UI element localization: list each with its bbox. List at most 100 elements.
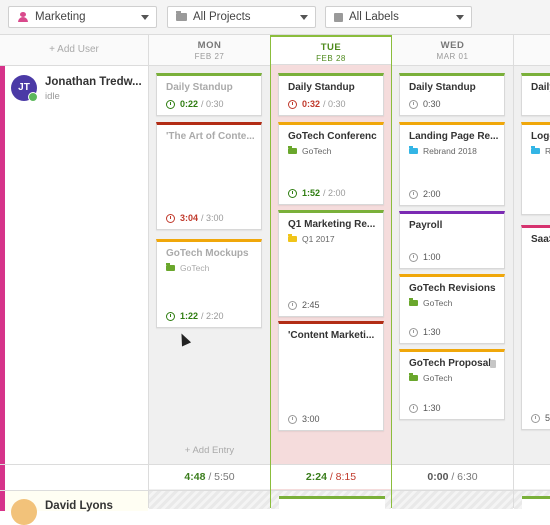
task-title: 'Content Marketi... xyxy=(288,330,375,341)
day-column-wed: WED MAR 01 Daily Standup 0:30 Landing Pa… xyxy=(392,35,514,509)
labels-select[interactable]: All Labels xyxy=(325,6,472,28)
task-project: Re xyxy=(531,146,550,156)
day-header: TUE FEB 28 xyxy=(271,35,391,65)
day-totals: 4:48 / 5:50 xyxy=(149,464,270,489)
task-card[interactable] xyxy=(522,496,550,509)
clock-icon xyxy=(288,188,297,198)
totals-row-label xyxy=(0,464,148,489)
folder-icon xyxy=(288,146,297,154)
task-title: GoTech Conferenc... xyxy=(288,131,377,142)
task-time: 0:32/ 0:30 xyxy=(288,99,346,109)
user-name[interactable]: Jonathan Tredw... xyxy=(45,76,142,88)
next-user-day-cell xyxy=(149,490,270,509)
clock-icon xyxy=(409,189,418,199)
next-user-day-cell xyxy=(514,490,550,509)
day-date: FEB 28 xyxy=(316,54,346,63)
avatar-initials: JT xyxy=(18,82,30,93)
task-time: 5: xyxy=(531,413,550,423)
task-time: 1:52/ 2:00 xyxy=(288,188,346,198)
day-date: FEB 27 xyxy=(194,52,225,61)
task-title: Logo xyxy=(531,131,550,142)
task-project: GoTech xyxy=(288,146,331,156)
user-name[interactable]: David Lyons xyxy=(45,500,113,512)
avatar[interactable] xyxy=(11,499,37,525)
task-time: 1:30 xyxy=(409,403,441,413)
task-title: 'The Art of Conte... xyxy=(166,131,255,142)
chevron-down-icon xyxy=(456,15,464,20)
day-header: WED MAR 01 xyxy=(392,35,513,66)
task-card[interactable]: Daily Standup 0:30 xyxy=(399,73,505,116)
user-status: idle xyxy=(45,91,60,102)
task-card[interactable] xyxy=(279,496,385,509)
user-row: JT Jonathan Tredw... idle xyxy=(0,66,148,490)
user-color-bar xyxy=(0,491,5,511)
day-column-thu: Daily Logo Re SaaS 5: xyxy=(514,35,550,509)
clock-icon xyxy=(166,311,175,321)
label-icon xyxy=(334,12,343,22)
task-project: Q1 2017 xyxy=(288,234,335,244)
folder-icon xyxy=(409,373,418,381)
next-user-day-cell xyxy=(271,490,391,509)
task-card[interactable]: Daily xyxy=(521,73,550,116)
task-card[interactable]: Q1 Marketing Re... Q1 2017 2:45 xyxy=(278,210,384,317)
task-title: Payroll xyxy=(409,220,443,231)
task-title: Daily Standup xyxy=(288,82,355,93)
task-time: 1:00 xyxy=(409,252,441,262)
task-card[interactable]: Daily Standup 0:32/ 0:30 xyxy=(278,73,384,116)
user-color-bar xyxy=(0,66,5,490)
folder-icon xyxy=(531,146,540,154)
document-icon xyxy=(490,360,496,368)
task-project: Rebrand 2018 xyxy=(409,146,477,156)
task-card[interactable]: GoTech Proposal GoTech 1:30 xyxy=(399,349,505,420)
task-card[interactable]: 'Content Marketi... 3:00 xyxy=(278,321,384,431)
users-icon xyxy=(17,12,29,22)
avatar[interactable]: JT xyxy=(11,75,38,102)
user-column: + Add User JT Jonathan Tredw... idle Dav… xyxy=(0,35,149,525)
task-title: Daily xyxy=(531,82,550,93)
task-card[interactable]: Daily Standup 0:22/ 0:30 xyxy=(156,73,262,116)
day-totals: 0:00 / 6:30 xyxy=(392,464,513,489)
folder-icon xyxy=(409,298,418,306)
add-entry-button[interactable]: + Add Entry xyxy=(149,445,270,456)
folder-icon xyxy=(409,146,418,154)
task-title: Daily Standup xyxy=(409,82,476,93)
team-select-label: Marketing xyxy=(35,11,86,23)
task-project: GoTech xyxy=(409,373,452,383)
task-card[interactable]: GoTech Mockups GoTech 1:22/ 2:20 xyxy=(156,239,262,328)
day-header: MON FEB 27 xyxy=(149,35,270,66)
team-select[interactable]: Marketing xyxy=(8,6,157,28)
next-user-day-cell xyxy=(392,490,513,509)
add-user-button[interactable]: + Add User xyxy=(0,35,148,66)
task-project: GoTech xyxy=(166,263,209,273)
task-time: 1:30 xyxy=(409,327,441,337)
online-status-dot xyxy=(28,92,38,102)
day-totals xyxy=(514,464,550,489)
task-time: 3:04/ 3:00 xyxy=(166,213,224,223)
day-column-mon: MON FEB 27 Daily Standup 0:22/ 0:30 'The… xyxy=(149,35,271,509)
task-title: GoTech Mockups xyxy=(166,248,249,259)
chevron-down-icon xyxy=(141,15,149,20)
day-name: MON xyxy=(197,40,222,51)
clock-icon xyxy=(409,252,418,262)
clock-icon xyxy=(531,413,540,423)
day-totals: 2:24 / 8:15 xyxy=(271,464,391,489)
task-card[interactable]: Landing Page Re... Rebrand 2018 2:00 xyxy=(399,122,505,206)
task-time: 3:00 xyxy=(288,414,320,424)
task-title: Daily Standup xyxy=(166,82,233,93)
projects-select[interactable]: All Projects xyxy=(167,6,316,28)
task-title: Landing Page Re... xyxy=(409,131,498,142)
task-card[interactable]: SaaS 5: xyxy=(521,225,550,430)
task-card[interactable]: 'The Art of Conte... 3:04/ 3:00 xyxy=(156,122,262,230)
task-card[interactable]: GoTech Revisions GoTech 1:30 xyxy=(399,274,505,344)
day-header xyxy=(514,35,550,66)
task-card[interactable]: Payroll 1:00 xyxy=(399,211,505,269)
clock-icon xyxy=(166,99,175,109)
task-card[interactable]: Logo Re xyxy=(521,122,550,215)
task-card[interactable]: GoTech Conferenc... GoTech 1:52/ 2:00 xyxy=(278,122,384,205)
clock-icon xyxy=(409,99,418,109)
task-time: 0:30 xyxy=(409,99,441,109)
task-project: GoTech xyxy=(409,298,452,308)
day-name: TUE xyxy=(320,42,342,53)
folder-icon xyxy=(288,234,297,242)
task-title: Q1 Marketing Re... xyxy=(288,219,376,230)
